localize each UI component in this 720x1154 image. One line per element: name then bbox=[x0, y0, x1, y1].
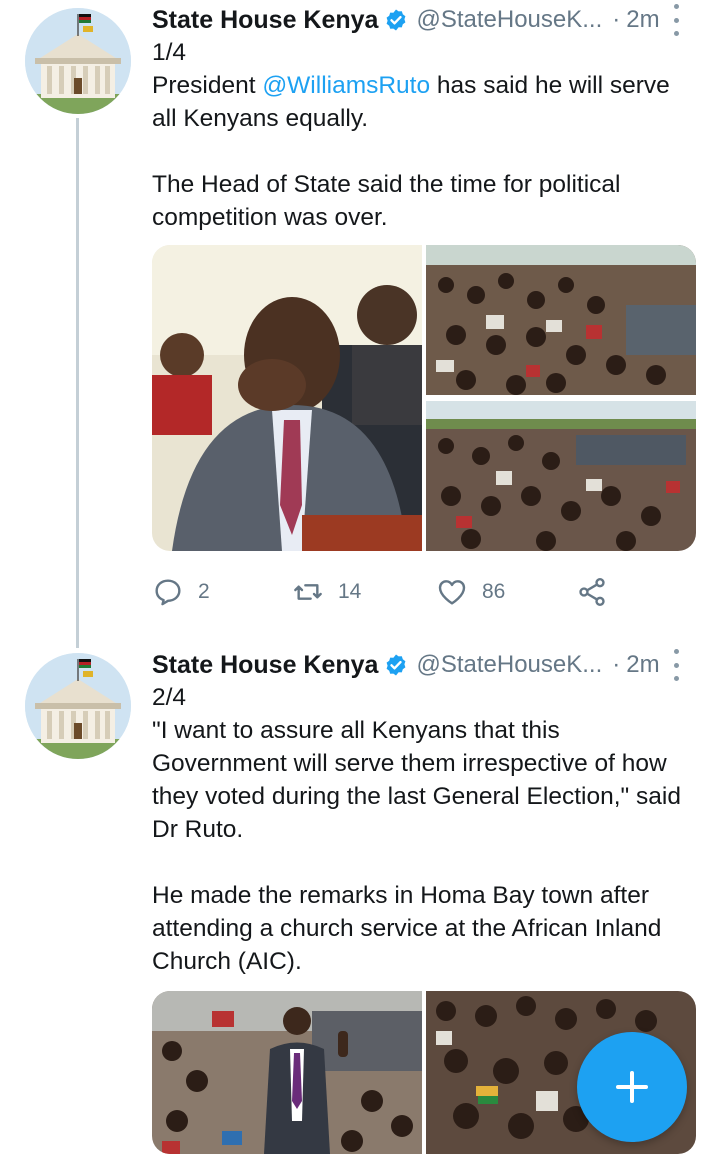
more-vertical-icon[interactable] bbox=[666, 4, 686, 36]
thread-index: 1/4 bbox=[152, 39, 187, 66]
thread-connector-line bbox=[76, 118, 79, 648]
more-vertical-icon[interactable] bbox=[666, 649, 686, 681]
retweet-count: 14 bbox=[338, 580, 362, 603]
paragraph-2: He made the remarks in Homa Bay town aft… bbox=[152, 882, 662, 975]
crowd-photo-1[interactable] bbox=[426, 245, 696, 395]
tweet-text: 2/4 "I want to assure all Kenyans that t… bbox=[152, 681, 700, 978]
separator-dot: · bbox=[612, 6, 621, 33]
crowd-photo-2[interactable] bbox=[426, 401, 696, 551]
retweet-button[interactable]: 14 bbox=[292, 572, 361, 612]
retweet-icon bbox=[294, 584, 322, 600]
like-button[interactable]: 86 bbox=[436, 572, 505, 612]
timestamp[interactable]: 2m bbox=[626, 6, 659, 34]
verified-badge-icon bbox=[387, 9, 406, 31]
compose-tweet-button[interactable] bbox=[577, 1032, 687, 1142]
heart-icon bbox=[438, 580, 466, 605]
avatar[interactable] bbox=[25, 653, 131, 759]
avatar[interactable] bbox=[25, 8, 131, 114]
reply-button[interactable]: 2 bbox=[152, 572, 210, 612]
author-name[interactable]: State House Kenya bbox=[152, 6, 378, 35]
paragraph-2: The Head of State said the time for poli… bbox=[152, 171, 621, 231]
tweet-text: 1/4 President @WilliamsRuto has said he … bbox=[152, 36, 700, 234]
author-handle[interactable]: @StateHouseK... bbox=[416, 651, 602, 679]
thread-index: 2/4 bbox=[152, 684, 187, 711]
paragraph-1: President @WilliamsRuto has said he will… bbox=[152, 69, 700, 135]
text-pre: President bbox=[152, 72, 263, 99]
share-button[interactable] bbox=[576, 572, 608, 612]
author-handle[interactable]: @StateHouseK... bbox=[416, 6, 602, 34]
tweet-header: State House Kenya @StateHouseK... · 2m bbox=[152, 645, 660, 685]
like-count: 86 bbox=[482, 580, 506, 603]
verified-badge-icon bbox=[387, 654, 406, 676]
tweet-header: State House Kenya @StateHouseK... · 2m bbox=[152, 0, 660, 40]
media-grid bbox=[152, 245, 696, 551]
paragraph-1: "I want to assure all Kenyans that this … bbox=[152, 717, 681, 843]
president-speaking-photo[interactable] bbox=[152, 991, 422, 1154]
share-icon bbox=[579, 578, 605, 606]
separator-dot: · bbox=[612, 651, 621, 678]
reply-icon bbox=[155, 579, 181, 606]
mention-link[interactable]: @WilliamsRuto bbox=[262, 72, 430, 99]
plus-icon bbox=[616, 1071, 648, 1103]
president-laughing-photo[interactable] bbox=[152, 245, 422, 551]
timestamp[interactable]: 2m bbox=[626, 651, 659, 679]
author-name[interactable]: State House Kenya bbox=[152, 651, 378, 680]
tweet-actions: 2 14 86 bbox=[152, 572, 632, 612]
reply-count: 2 bbox=[198, 580, 210, 603]
